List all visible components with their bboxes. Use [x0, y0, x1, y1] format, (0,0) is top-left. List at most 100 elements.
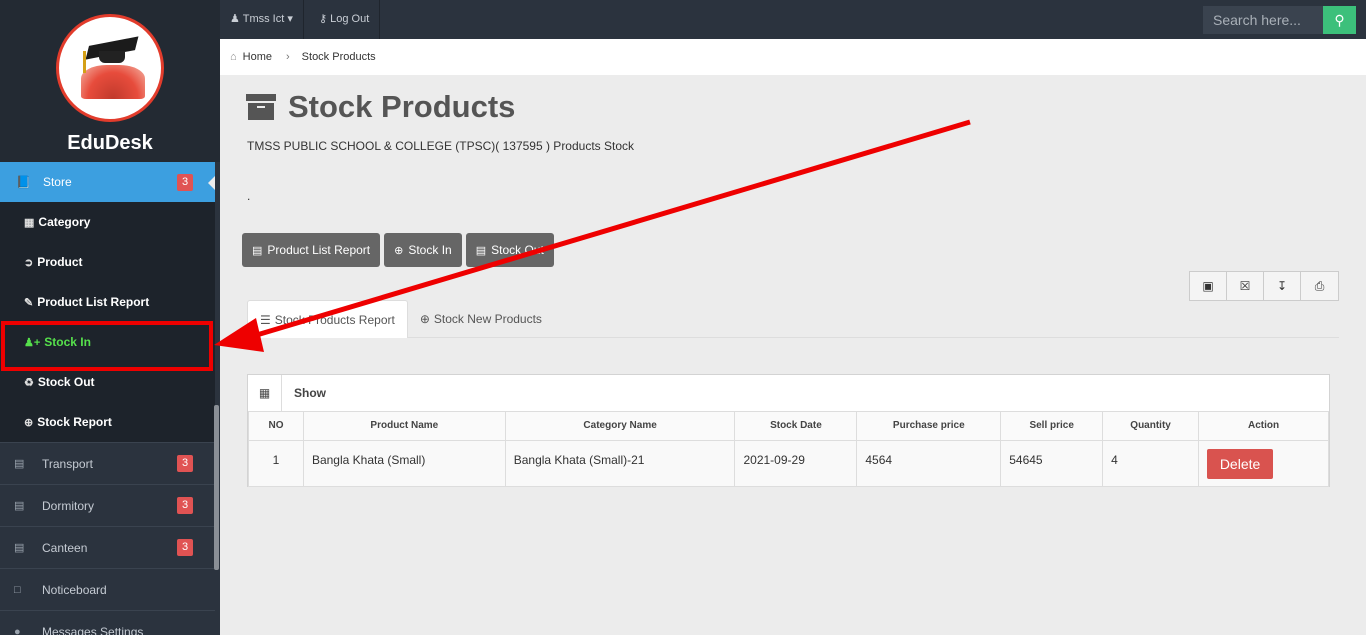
cell-no: 1: [248, 439, 304, 487]
id-card-icon: ▤: [14, 542, 25, 554]
sidebar-item-dormitory[interactable]: ▤ Dormitory 3: [0, 484, 215, 526]
table-header-row: NO Product Name Category Name Stock Date…: [248, 412, 1329, 441]
plus-circle-icon: ⊕: [419, 312, 430, 326]
archive-icon: [246, 94, 276, 120]
cell-action: Delete: [1198, 439, 1329, 487]
sidebar-item-messages-settings[interactable]: ● Messages Settings: [0, 610, 215, 635]
search-box: ⚲: [1203, 6, 1356, 34]
panel-header: ▦ Show: [248, 374, 1329, 412]
annotation-highlight-box: [1, 321, 213, 371]
sidebar-item-transport[interactable]: ▤ Transport 3: [0, 442, 215, 484]
topbar: ♟ Tmss Ict ▾ ⚷ Log Out ⚲: [220, 0, 1366, 39]
user-menu[interactable]: ♟ Tmss Ict ▾: [220, 0, 304, 39]
stock-table: NO Product Name Category Name Stock Date…: [248, 412, 1329, 487]
id-card-icon: ▤: [14, 500, 25, 512]
col-purchase-price: Purchase price: [856, 412, 1002, 441]
brand-name: EduDesk: [67, 132, 153, 154]
sidebar: EduDesk 📘 Store 3 ▦ Category ➲ Product ✎ Pr…: [0, 0, 220, 635]
cell-product-name: Bangla Khata (Small): [302, 439, 506, 487]
page-subtitle: TMSS PUBLIC SCHOOL & COLLEGE (TPSC)( 137…: [247, 139, 635, 153]
sidebar-scrollbar[interactable]: [214, 405, 219, 570]
search-input[interactable]: [1203, 6, 1323, 34]
submenu-label: Stock Report: [37, 415, 112, 429]
cell-sell-price: 54645: [1000, 439, 1104, 487]
dot-text: .: [247, 189, 251, 203]
home-icon: ⌂: [230, 51, 237, 63]
sidebar-item-noticeboard[interactable]: □ Noticeboard: [0, 568, 215, 610]
cell-category-name: Bangla Khata (Small)-21: [504, 439, 736, 487]
list-alt-icon: ▤: [252, 244, 263, 257]
stock-in-button[interactable]: ⊕ Stock In: [384, 233, 462, 267]
breadcrumb: ⌂ Home › Stock Products: [220, 39, 1366, 75]
col-action: Action: [1198, 412, 1329, 441]
product-icon: ➲: [24, 256, 34, 269]
col-category-name: Category Name: [504, 412, 736, 441]
tab-stock-new-products[interactable]: ⊕ Stock New Products: [408, 300, 554, 338]
submenu-label: Category: [38, 215, 91, 229]
key-icon: ⚷: [319, 13, 328, 25]
user-name: Tmss Ict: [242, 13, 285, 25]
tabs: ☰ Stock Products Report ⊕ Stock New Prod…: [247, 300, 1339, 338]
cell-stock-date: 2021-09-29: [734, 439, 858, 487]
page-title-text: Stock Products: [288, 89, 516, 124]
submenu-label: Product: [37, 255, 83, 269]
delete-button[interactable]: Delete: [1207, 448, 1274, 479]
th-large-icon: ▦: [24, 216, 35, 229]
sidebar-item-label: Dormitory: [42, 498, 95, 513]
button-label: Stock Out: [491, 243, 544, 257]
sidebar-item-label: Canteen: [42, 540, 88, 555]
sidebar-item-label: Store: [42, 175, 72, 189]
submenu-label: Product List Report: [37, 295, 150, 309]
action-buttons: ▤ Product List Report ⊕ Stock In ▤ Stock…: [242, 233, 554, 267]
button-label: Stock In: [408, 243, 452, 257]
plus-circle-icon: ⊕: [24, 416, 34, 429]
pdf-icon[interactable]: ▣: [1190, 272, 1227, 300]
breadcrumb-home[interactable]: Home: [243, 51, 272, 63]
dormitory-badge: 3: [177, 497, 193, 514]
submenu-item-category[interactable]: ▦ Category: [0, 202, 215, 242]
list-alt-icon: ▤: [475, 244, 487, 257]
grid-icon: ▦: [248, 374, 282, 412]
sidebar-item-label: Transport: [42, 456, 93, 471]
download-icon[interactable]: ↧: [1264, 272, 1301, 300]
stock-out-button[interactable]: ▤ Stock Out: [465, 233, 554, 267]
tab-stock-products-report[interactable]: ☰ Stock Products Report: [247, 300, 408, 338]
table-row: 1 Bangla Khata (Small) Bangla Khata (Sma…: [248, 439, 1329, 487]
sidebar-item-canteen[interactable]: ▤ Canteen 3: [0, 526, 215, 568]
export-toolbar: ▣ ☒ ↧ ⎙: [1189, 271, 1339, 301]
canteen-badge: 3: [177, 539, 193, 556]
chevron-right-icon: ›: [286, 51, 290, 63]
search-button[interactable]: ⚲: [1323, 6, 1356, 34]
search-icon: ⚲: [1334, 12, 1345, 28]
bars-icon: ☰: [260, 312, 271, 327]
print-icon[interactable]: ⎙: [1301, 272, 1338, 300]
sidebar-item-label: Messages Settings: [42, 624, 144, 635]
user-icon: ♟: [230, 13, 240, 25]
logout-button[interactable]: ⚷ Log Out: [309, 0, 381, 39]
tab-label: Stock New Products: [433, 312, 542, 326]
submenu-item-product[interactable]: ➲ Product: [0, 242, 215, 282]
sidebar-item-label: Noticeboard: [42, 582, 107, 597]
edudesk-logo[interactable]: [56, 14, 164, 122]
page-title: Stock Products: [246, 89, 515, 125]
submenu-item-stock-report[interactable]: ⊕ Stock Report: [0, 402, 215, 442]
col-sell-price: Sell price: [1000, 412, 1104, 441]
col-stock-date: Stock Date: [734, 412, 858, 441]
submenu-item-product-list-report[interactable]: ✎ Product List Report: [0, 282, 215, 322]
panel-title: Show: [294, 386, 326, 400]
stock-table-panel: ▦ Show NO Product Name Category Name Sto…: [247, 374, 1330, 487]
cell-purchase-price: 4564: [856, 439, 1002, 487]
main-content: Stock Products TMSS PUBLIC SCHOOL & COLL…: [220, 75, 1366, 635]
transport-badge: 3: [177, 455, 193, 472]
window-icon: □: [14, 583, 21, 596]
brand: EduDesk: [0, 0, 220, 162]
product-list-report-button[interactable]: ▤ Product List Report: [242, 233, 381, 267]
store-badge: 3: [177, 173, 193, 191]
tab-label: Stock Products Report: [274, 312, 395, 327]
sidebar-item-store[interactable]: 📘 Store 3: [0, 162, 215, 202]
button-label: Product List Report: [267, 243, 371, 257]
col-no: NO: [248, 412, 304, 441]
col-product-name: Product Name: [302, 412, 506, 441]
excel-icon[interactable]: ☒: [1227, 272, 1264, 300]
sidebar-menu: 📘 Store 3 ▦ Category ➲ Product ✎ Product Li…: [0, 162, 220, 635]
